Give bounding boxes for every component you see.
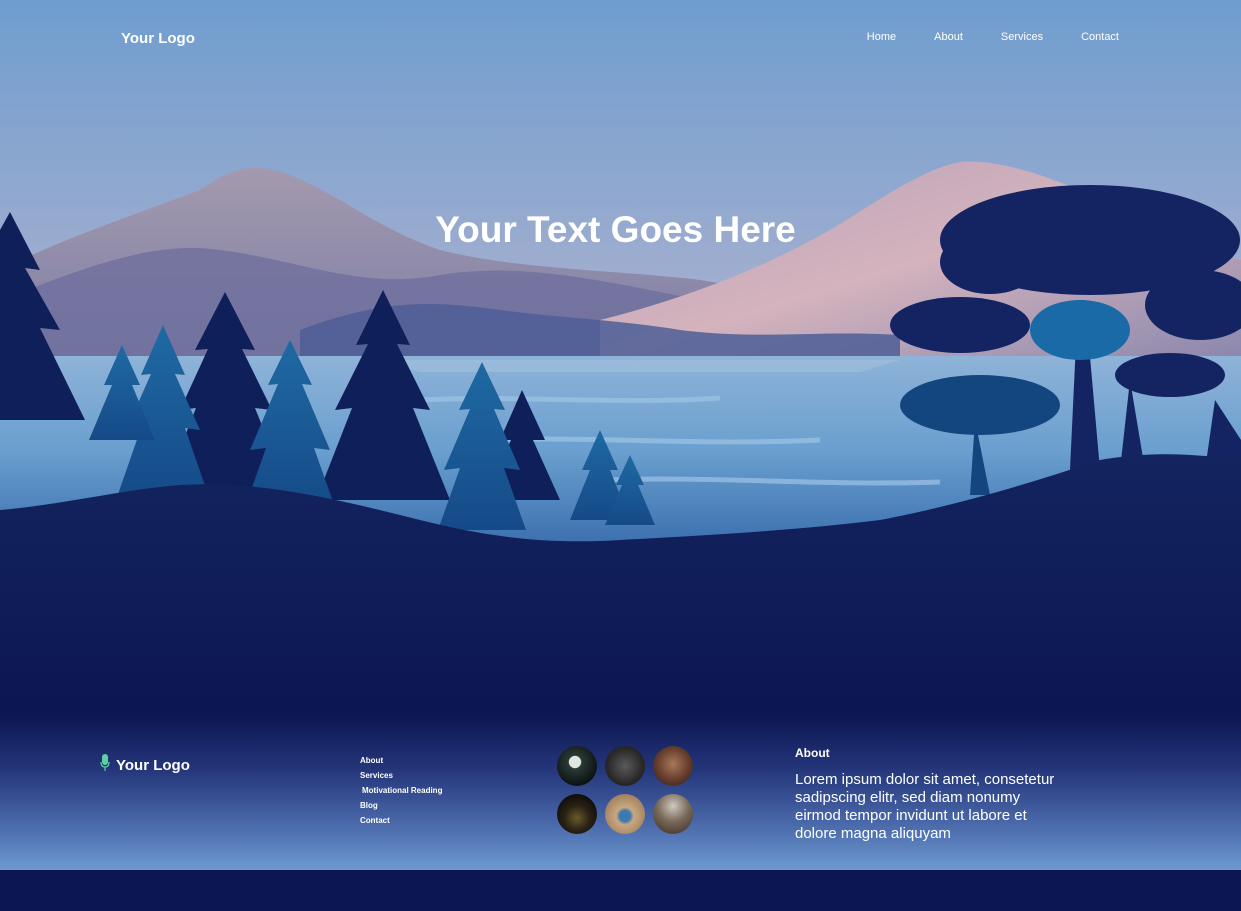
nav-contact[interactable]: Contact <box>1081 31 1119 43</box>
footer-link-services[interactable]: Services <box>360 771 442 786</box>
footer-links: About Services Motivational Reading Blog… <box>360 756 442 831</box>
footer-link-motivational-reading[interactable]: Motivational Reading <box>360 786 442 801</box>
hero-headline: Your Text Goes Here <box>435 209 796 250</box>
bottom-strip <box>0 870 1241 911</box>
gallery-thumb[interactable] <box>557 746 597 786</box>
gallery-thumb[interactable] <box>605 746 645 786</box>
landscape-illustration <box>0 0 1241 720</box>
footer-about-title: About <box>795 746 830 760</box>
footer-link-blog[interactable]: Blog <box>360 801 442 816</box>
hero-section: Your Logo Home About Services Contact Yo… <box>0 0 1241 720</box>
gallery-thumb[interactable] <box>605 794 645 834</box>
gallery-thumb[interactable] <box>557 794 597 834</box>
footer: Your Logo About Services Motivational Re… <box>0 714 1241 870</box>
photo-gallery <box>557 746 697 834</box>
nav-services[interactable]: Services <box>1001 31 1043 43</box>
gallery-thumb[interactable] <box>653 746 693 786</box>
nav-home[interactable]: Home <box>867 31 896 43</box>
microphone-icon <box>100 754 110 776</box>
footer-logo[interactable]: Your Logo <box>100 754 190 776</box>
footer-link-contact[interactable]: Contact <box>360 816 442 831</box>
footer-about-text: Lorem ipsum dolor sit amet, consetetur s… <box>795 771 1055 842</box>
footer-link-about[interactable]: About <box>360 756 442 771</box>
nav-about[interactable]: About <box>934 31 963 43</box>
header-logo[interactable]: Your Logo <box>121 30 195 47</box>
top-nav: Home About Services Contact <box>867 31 1119 43</box>
gallery-thumb[interactable] <box>653 794 693 834</box>
footer-logo-text: Your Logo <box>116 756 190 774</box>
